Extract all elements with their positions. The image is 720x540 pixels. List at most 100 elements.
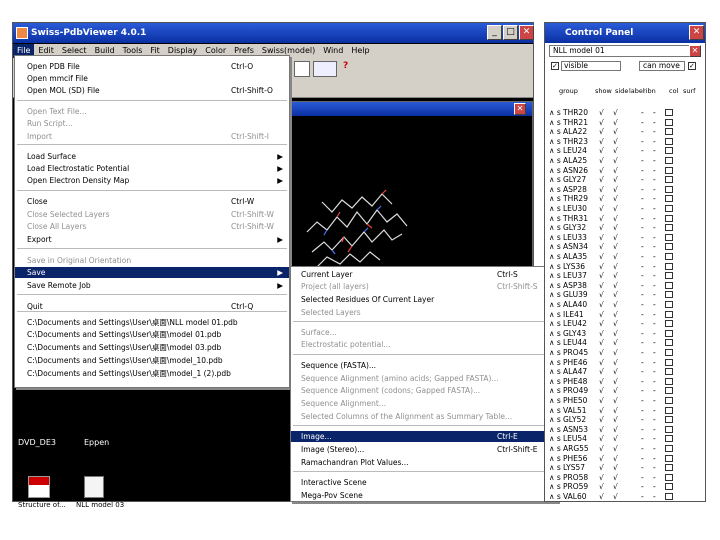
- surface-box[interactable]: [665, 416, 673, 424]
- residue-row[interactable]: ∧ s VAL60 √ √ - -: [549, 491, 683, 501]
- surface-box[interactable]: [665, 464, 673, 472]
- file-menu-item[interactable]: Quit Ctrl-Q: [15, 301, 289, 312]
- surface-box[interactable]: [665, 301, 673, 308]
- maximize-button[interactable]: □: [503, 25, 518, 40]
- file-menu-item[interactable]: C:\Documents and Settings\User\桌面\model …: [15, 329, 289, 340]
- surface-box[interactable]: [665, 445, 673, 452]
- document-file-icon[interactable]: [84, 476, 104, 498]
- save-menu-item[interactable]: Image (Stereo)... Ctrl-Shift-E: [291, 444, 557, 455]
- surface-box[interactable]: [665, 281, 673, 289]
- surface-box[interactable]: [665, 387, 673, 395]
- save-menu-item[interactable]: Ramachandran Plot Values...: [291, 457, 557, 468]
- file-menu-item[interactable]: C:\Documents and Settings\User\桌面\model …: [15, 342, 289, 353]
- menu-help[interactable]: Help: [347, 44, 373, 58]
- file-menu-item[interactable]: Open MOL (SD) File Ctrl-Shift-O: [15, 85, 289, 96]
- save-menu-item[interactable]: Electrostatic potential...: [291, 339, 557, 350]
- surface-box[interactable]: [665, 195, 673, 203]
- file-menu-item[interactable]: Open PDB File Ctrl-O: [15, 61, 289, 72]
- surface-box[interactable]: [665, 377, 673, 385]
- surface-box[interactable]: [665, 425, 673, 433]
- surface-box[interactable]: [665, 253, 673, 260]
- surface-box[interactable]: [665, 454, 673, 462]
- toolbar-icon-molecule[interactable]: [294, 61, 310, 77]
- save-menu-item[interactable]: Selected Layers: [291, 307, 557, 318]
- surface-box[interactable]: [665, 137, 673, 145]
- file-menu-item[interactable]: Load Surface ▶: [15, 151, 289, 162]
- surface-box[interactable]: [665, 320, 673, 328]
- surface-box[interactable]: [665, 128, 673, 136]
- surface-box[interactable]: [665, 233, 673, 241]
- save-menu-item[interactable]: Sequence Alignment (codons; Gapped FASTA…: [291, 385, 557, 396]
- side-check-icon[interactable]: √: [613, 491, 618, 501]
- save-menu-item[interactable]: Sequence Alignment...: [291, 398, 557, 409]
- control-panel-close-button[interactable]: ✕: [689, 25, 704, 40]
- save-menu-item[interactable]: Current Layer Ctrl-S: [291, 269, 557, 280]
- surface-box[interactable]: [665, 272, 673, 280]
- file-menu-item[interactable]: Import Ctrl-Shift-I: [15, 131, 289, 142]
- file-menu-item[interactable]: Run Script...: [15, 118, 289, 129]
- surface-box[interactable]: [665, 435, 673, 443]
- can-move-checkbox[interactable]: ✓: [688, 62, 696, 70]
- help-icon[interactable]: ?: [343, 61, 355, 73]
- show-check-icon[interactable]: √: [599, 491, 604, 501]
- file-menu-item[interactable]: C:\Documents and Settings\User\桌面\model_…: [15, 355, 289, 366]
- surface-box[interactable]: [665, 118, 673, 126]
- pdf-file-icon[interactable]: [28, 476, 50, 498]
- surface-box[interactable]: [665, 176, 673, 184]
- save-menu-item[interactable]: Mega-Pov Scene: [291, 490, 557, 501]
- surface-box[interactable]: [665, 329, 673, 337]
- file-menu-item[interactable]: C:\Documents and Settings\User\桌面\NLL mo…: [15, 317, 289, 328]
- surface-box[interactable]: [665, 406, 673, 414]
- surface-box[interactable]: [665, 483, 673, 491]
- save-menu-item[interactable]: Sequence Alignment (amino acids; Gapped …: [291, 373, 557, 384]
- file-menu-item[interactable]: Open mmcif File: [15, 73, 289, 84]
- file-menu-item[interactable]: Close All Layers Ctrl-Shift-W: [15, 221, 289, 232]
- viewer-close-button[interactable]: ✕: [514, 103, 526, 115]
- file-menu-item[interactable]: Close Ctrl-W: [15, 196, 289, 207]
- surface-box[interactable]: [665, 109, 673, 116]
- surface-box[interactable]: [665, 310, 673, 318]
- save-menu-item[interactable]: Selected Columns of the Alignment as Sum…: [291, 411, 557, 422]
- save-menu-item[interactable]: Sequence (FASTA)...: [291, 360, 557, 371]
- save-menu-item[interactable]: Interactive Scene: [291, 477, 557, 488]
- visible-checkbox[interactable]: ✓: [551, 62, 559, 70]
- desktop-label-dvd: DVD_DE3: [18, 438, 56, 447]
- layer-selector[interactable]: NLL model 01: [549, 45, 697, 57]
- file-menu-item[interactable]: Export ▶: [15, 234, 289, 245]
- surface-box[interactable]: [665, 349, 673, 356]
- surface-box[interactable]: [665, 224, 673, 232]
- file-menu-item[interactable]: Close Selected Layers Ctrl-Shift-W: [15, 209, 289, 220]
- file-menu-item[interactable]: Save in Original Orientation: [15, 255, 289, 266]
- file-menu-item[interactable]: Open Electron Density Map ▶: [15, 175, 289, 186]
- surface-box[interactable]: [665, 147, 673, 155]
- save-menu-item[interactable]: Surface...: [291, 327, 557, 338]
- surface-box[interactable]: [665, 185, 673, 193]
- surface-box[interactable]: [665, 205, 673, 212]
- surface-box[interactable]: [665, 262, 673, 270]
- surface-box[interactable]: [665, 358, 673, 366]
- surface-box[interactable]: [665, 243, 673, 251]
- menu-wind[interactable]: Wind: [319, 44, 347, 58]
- surface-box[interactable]: [665, 339, 673, 347]
- surface-box[interactable]: [665, 397, 673, 404]
- close-button[interactable]: ✕: [519, 25, 534, 40]
- surface-box[interactable]: [665, 157, 673, 164]
- surface-box[interactable]: [665, 493, 673, 500]
- minimize-button[interactable]: _: [487, 25, 502, 40]
- toolbar-icon-grid[interactable]: [313, 61, 337, 77]
- surface-box[interactable]: [665, 291, 673, 299]
- surface-box[interactable]: [665, 368, 673, 376]
- file-menu-item[interactable]: Save Remote Job ▶: [15, 280, 289, 291]
- save-menu-item[interactable]: Selected Residues Of Current Layer: [291, 294, 557, 305]
- file-menu-item[interactable]: Save ▶: [15, 267, 289, 278]
- molecule-render[interactable]: [302, 182, 422, 272]
- file-menu-item[interactable]: Open Text File...: [15, 106, 289, 117]
- surface-box[interactable]: [665, 166, 673, 174]
- layer-close-button[interactable]: ✕: [689, 45, 701, 57]
- surface-box[interactable]: [665, 214, 673, 222]
- file-menu-item[interactable]: C:\Documents and Settings\User\桌面\model_…: [15, 368, 289, 379]
- surface-box[interactable]: [665, 473, 673, 481]
- save-menu-item[interactable]: Image... Ctrl-E: [291, 431, 557, 442]
- file-menu-item[interactable]: Load Electrostatic Potential ▶: [15, 163, 289, 174]
- save-menu-item[interactable]: Project (all layers) Ctrl-Shift-S: [291, 281, 557, 292]
